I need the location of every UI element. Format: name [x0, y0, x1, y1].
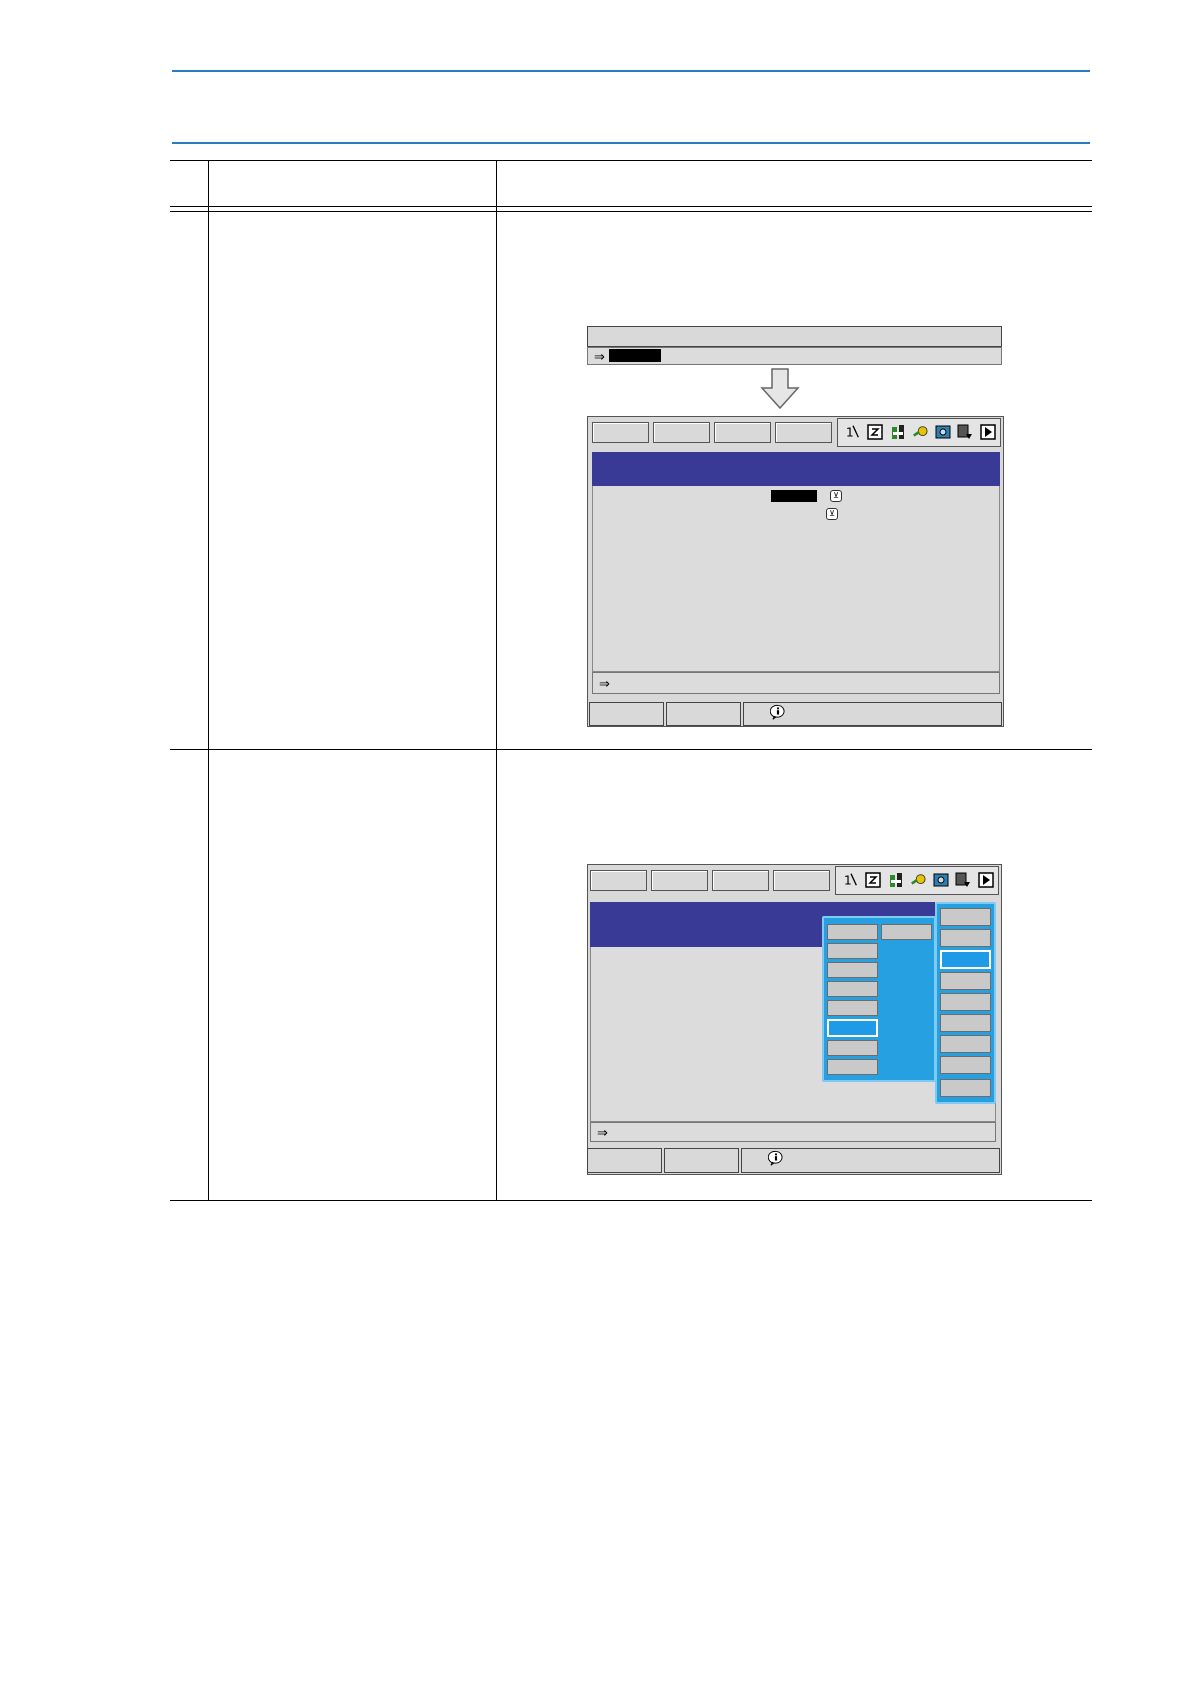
- table-row-divider: [170, 749, 1092, 750]
- teach-icon: [890, 873, 902, 887]
- servo-icon: [955, 872, 970, 887]
- robot-number-icon: 1: [846, 424, 859, 439]
- bottom-button-simple-menu[interactable]: [664, 1148, 739, 1173]
- main-menu-item[interactable]: [940, 1056, 991, 1074]
- status-input-line: ⇒: [590, 1122, 996, 1142]
- bottom-button-main-menu[interactable]: [589, 702, 664, 726]
- main-menu-item[interactable]: [940, 1014, 991, 1032]
- sub-menu-item[interactable]: [827, 1000, 878, 1016]
- input-prompt-symbol: ⇒: [594, 349, 605, 364]
- status-prompt-symbol: ⇒: [599, 676, 610, 691]
- key-icon: [911, 874, 926, 885]
- dropdown-button-2[interactable]: ⊻: [826, 508, 838, 520]
- main-menu-item[interactable]: [940, 1079, 991, 1097]
- status-prompt-symbol: ⇒: [597, 1125, 608, 1140]
- camera-icon: [935, 425, 951, 439]
- bottom-button-simple-menu[interactable]: [666, 702, 741, 726]
- sub-menu-item[interactable]: [881, 924, 932, 940]
- status-input-line: ⇒: [592, 672, 1000, 694]
- cycle-icon: [865, 872, 881, 888]
- main-menu-item-selected[interactable]: [940, 950, 991, 969]
- robot-number-icon: 1: [844, 872, 857, 887]
- sub-menu-item[interactable]: [827, 1059, 878, 1075]
- key-icon: [913, 426, 928, 437]
- menu-tab-1[interactable]: [590, 870, 647, 891]
- dropdown-button-1[interactable]: ⊻: [830, 490, 842, 502]
- svg-text:1: 1: [846, 424, 854, 439]
- menu-tab-2[interactable]: [653, 422, 710, 443]
- sub-menu-item[interactable]: [827, 981, 878, 997]
- menu-tab-4[interactable]: [775, 422, 832, 443]
- play-icon: [980, 424, 996, 440]
- servo-icon: [957, 424, 972, 439]
- menu-tab-2[interactable]: [651, 870, 708, 891]
- bottom-button-main-menu[interactable]: [587, 1148, 662, 1173]
- main-menu-item[interactable]: [940, 908, 991, 926]
- menu-tab-4[interactable]: [773, 870, 830, 891]
- cycle-icon: [867, 424, 883, 440]
- main-menu-item[interactable]: [940, 1035, 991, 1053]
- selected-value-field[interactable]: [771, 490, 817, 502]
- teach-icon: [892, 425, 904, 439]
- table-top-rule: [170, 160, 1092, 161]
- table-header-rule-a: [170, 206, 1092, 207]
- info-icon: [770, 704, 785, 720]
- main-menu-item[interactable]: [940, 972, 991, 990]
- table-header-rule-b: [170, 211, 1092, 212]
- header-bottom-rule: [172, 142, 1090, 144]
- sub-menu-item[interactable]: [827, 962, 878, 978]
- svg-text:1: 1: [844, 872, 852, 887]
- table-bottom-rule: [170, 1200, 1092, 1201]
- sub-menu-item-selected[interactable]: [827, 1019, 878, 1037]
- play-icon: [978, 872, 994, 888]
- sub-menu-item[interactable]: [827, 943, 878, 959]
- table-col-divider-2: [496, 160, 497, 1200]
- header-top-rule: [172, 70, 1090, 72]
- menu-tab-1[interactable]: [592, 422, 649, 443]
- main-content-area: [592, 486, 1000, 672]
- down-arrow-icon: [760, 368, 800, 410]
- window-title-bar: [592, 452, 1000, 486]
- sub-menu-panel: [822, 916, 936, 1082]
- main-menu-item[interactable]: [940, 993, 991, 1011]
- table-col-divider-1: [208, 160, 209, 1200]
- main-menu-item[interactable]: [940, 929, 991, 947]
- menu-tab-3[interactable]: [712, 870, 769, 891]
- menu-tab-3[interactable]: [714, 422, 771, 443]
- camera-icon: [933, 873, 949, 887]
- input-cursor-highlight: [609, 349, 661, 362]
- sub-menu-item[interactable]: [827, 924, 878, 940]
- input-line-header: [587, 326, 1002, 347]
- sub-menu-item[interactable]: [827, 1040, 878, 1056]
- info-icon: [768, 1150, 783, 1166]
